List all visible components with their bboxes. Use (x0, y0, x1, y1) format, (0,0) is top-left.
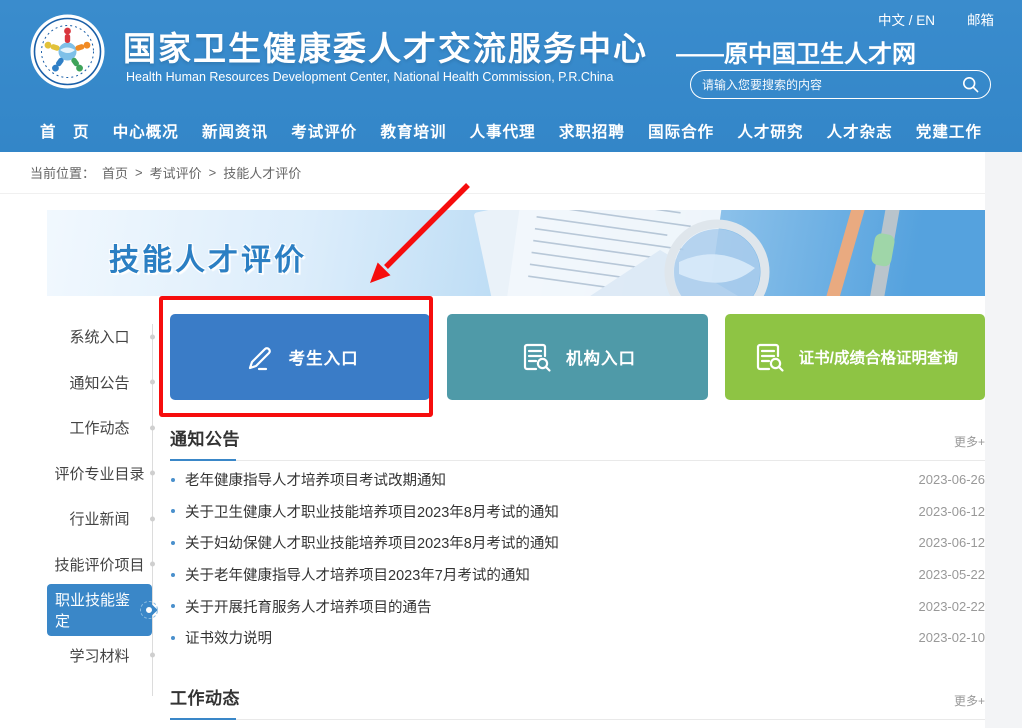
bullet-icon (171, 478, 175, 482)
list-item-link[interactable]: 关于妇幼保健人才职业技能培养项目2023年8月考试的通知 (185, 532, 909, 553)
nav-item[interactable]: 教育培训 (380, 120, 446, 142)
page-content: 技能人才评价 系统入口通知公告工作动态评价专业目录行业新闻技能评价项目职业技能鉴… (47, 210, 985, 728)
nav-item[interactable]: 人才杂志 (827, 120, 893, 142)
breadcrumb-label: 当前位置： (30, 163, 95, 182)
examinee-entry-button[interactable]: 考生入口 (170, 314, 430, 400)
more-link[interactable]: 更多+ (954, 433, 985, 450)
list-item-link[interactable]: 关于开展托育服务人才培养项目的通告 (185, 596, 909, 617)
doc-search-icon (752, 340, 786, 374)
section-banner: 技能人才评价 (47, 210, 985, 296)
bullet-icon (171, 573, 175, 577)
breadcrumb: 当前位置： 首页 > 考试评价 > 技能人才评价 (0, 152, 1022, 194)
sidebar-item-label: 系统入口 (69, 326, 129, 347)
sidebar-item[interactable]: 行业新闻 (47, 496, 152, 542)
sidebar-item-label: 通知公告 (69, 372, 129, 393)
sidebar-item-label: 学习材料 (69, 645, 129, 666)
nav-item[interactable]: 中心概况 (113, 120, 179, 142)
list-item-link[interactable]: 关于卫生健康人才职业技能培养项目2023年8月考试的通知 (185, 501, 909, 522)
section-header: 通知公告 更多+ (170, 425, 985, 461)
search-input[interactable] (702, 78, 962, 92)
section-header: 工作动态 更多+ (170, 684, 985, 720)
list-item-date: 2023-06-12 (919, 504, 986, 519)
list-item-date: 2023-02-10 (919, 630, 986, 645)
list-item[interactable]: 关于开展托育服务人才培养项目的通告 2023-02-22 (170, 590, 985, 622)
sidebar-item-label: 工作动态 (69, 417, 129, 438)
list-item[interactable]: 考生在线考试流程2023-05-04 (170, 723, 675, 728)
doc-search-icon (519, 340, 553, 374)
sidebar-item[interactable]: 学习材料 (47, 633, 152, 679)
search-icon[interactable] (962, 76, 979, 93)
breadcrumb-separator: > (135, 165, 143, 180)
center-logo-icon[interactable] (29, 13, 106, 90)
sidebar-item-label: 职业技能鉴定 (47, 584, 152, 636)
site-header: 国家卫生健康委人才交流服务中心 Health Human Resources D… (0, 0, 1022, 152)
nav-item[interactable]: 人事代理 (470, 120, 536, 142)
site-title: 国家卫生健康委人才交流服务中心 (123, 22, 648, 70)
bullet-icon (171, 509, 175, 513)
work-news-section: 工作动态 更多+ 考生在线考试流程2023-05-04 (170, 684, 985, 728)
section-title: 通知公告 (170, 425, 240, 450)
sidebar-item[interactable]: 系统入口 (47, 314, 152, 360)
page-right-gutter (985, 152, 1022, 728)
section-title: 工作动态 (170, 684, 240, 709)
nav-item[interactable]: 国际合作 (648, 120, 714, 142)
sidebar-item-label: 技能评价项目 (54, 554, 144, 575)
bullet-icon (171, 541, 175, 545)
nav-item[interactable]: 首 页 (40, 120, 90, 142)
top-links: 中文 / EN 邮箱 (878, 9, 994, 29)
pencil-icon (242, 340, 276, 374)
former-site-name: ——原中国卫生人才网 (676, 34, 916, 69)
site-subtitle-en: Health Human Resources Development Cente… (126, 70, 614, 84)
nav-item[interactable]: 求职招聘 (559, 120, 625, 142)
sidebar-item-label: 评价专业目录 (54, 463, 144, 484)
list-item-date: 2023-02-22 (919, 599, 986, 614)
list-item-date: 2023-06-12 (919, 535, 986, 550)
sidebar-item[interactable]: 评价专业目录 (47, 451, 152, 497)
sidebar-item[interactable]: 技能评价项目 (47, 542, 152, 588)
breadcrumb-item[interactable]: 首页 (102, 163, 128, 182)
list-item[interactable]: 证书效力说明 2023-02-10 (170, 622, 985, 654)
bullet-icon (171, 636, 175, 640)
main-nav: 首 页 中心概况 新闻资讯 考试评价 教育培训 人事代理 求职招聘 国际合作 人才研究 人才杂志 党… (0, 110, 1022, 152)
entry-button-label: 机构入口 (566, 345, 636, 369)
list-item[interactable]: 关于妇幼保健人才职业技能培养项目2023年8月考试的通知 2023-06-12 (170, 527, 985, 559)
page-title: 技能人才评价 (109, 235, 307, 279)
nav-item[interactable]: 考试评价 (291, 120, 357, 142)
sidebar-item[interactable]: 工作动态 (47, 405, 152, 451)
list-item-link[interactable]: 证书效力说明 (185, 627, 909, 648)
more-link[interactable]: 更多+ (954, 692, 985, 709)
list-item[interactable]: 老年健康指导人才培养项目考试改期通知 2023-06-26 (170, 464, 985, 496)
banner-decoration-art-icon (425, 210, 985, 296)
mailbox-link[interactable]: 邮箱 (967, 9, 994, 29)
list-item[interactable]: 关于老年健康指导人才培养项目2023年7月考试的通知 2023-05-22 (170, 559, 985, 591)
breadcrumb-separator: > (209, 165, 217, 180)
list-item-date: 2023-05-22 (919, 567, 986, 582)
language-switch-link[interactable]: 中文 / EN (878, 9, 935, 29)
nav-item[interactable]: 人才研究 (737, 120, 803, 142)
notice-section: 通知公告 更多+ 老年健康指导人才培养项目考试改期通知 2023-06-26 关于卫… (170, 425, 985, 654)
certificate-query-button[interactable]: 证书/成绩合格证明查询 (725, 314, 985, 400)
search-box[interactable] (690, 70, 991, 99)
active-item-marker-icon (143, 604, 155, 616)
list-item[interactable]: 关于卫生健康人才职业技能培养项目2023年8月考试的通知 2023-06-12 (170, 496, 985, 528)
breadcrumb-item[interactable]: 技能人才评价 (223, 163, 301, 182)
sidebar-item[interactable]: 通知公告 (47, 360, 152, 406)
sidebar-item[interactable]: 职业技能鉴定 (47, 587, 152, 633)
institution-entry-button[interactable]: 机构入口 (447, 314, 707, 400)
breadcrumb-item[interactable]: 考试评价 (150, 163, 202, 182)
bullet-icon (171, 604, 175, 608)
entry-button-label: 考生入口 (289, 345, 359, 369)
entry-button-label: 证书/成绩合格证明查询 (799, 346, 958, 368)
list-item-link[interactable]: 关于老年健康指导人才培养项目2023年7月考试的通知 (185, 564, 909, 585)
sidebar-item-label: 行业新闻 (69, 508, 129, 529)
main-column: 考生入口 机构入口 (170, 314, 985, 728)
list-item-link[interactable]: 老年健康指导人才培养项目考试改期通知 (185, 469, 909, 490)
nav-item[interactable]: 新闻资讯 (202, 120, 268, 142)
entry-buttons: 考生入口 机构入口 (170, 314, 985, 400)
nav-item[interactable]: 党建工作 (916, 120, 982, 142)
list-item-date: 2023-06-26 (919, 472, 986, 487)
